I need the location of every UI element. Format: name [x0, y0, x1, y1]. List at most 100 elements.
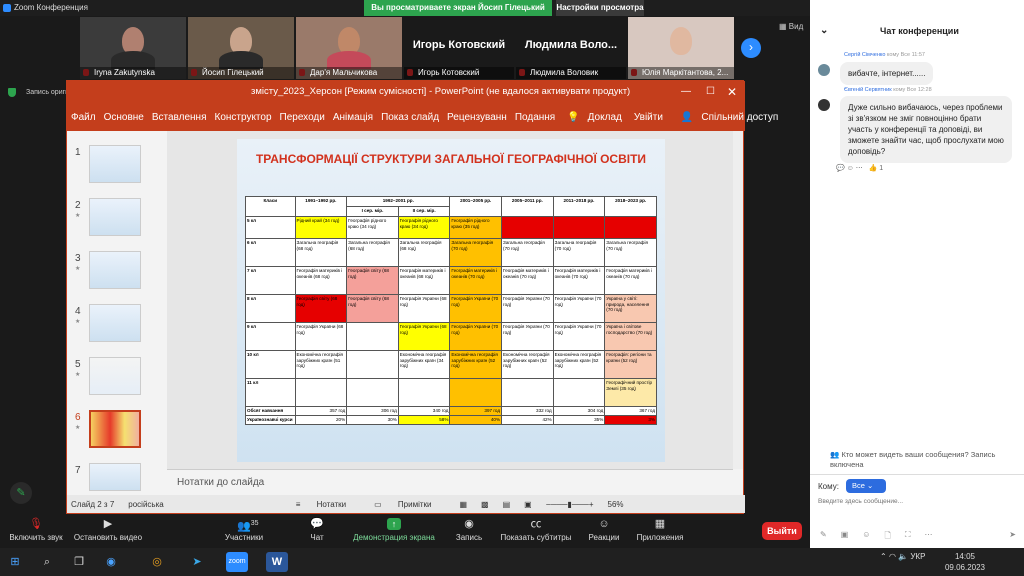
view-sorter-icon[interactable]: ▩ [481, 500, 489, 509]
slide-thumbnail[interactable]: 2 ★ [73, 198, 163, 246]
telegram-icon[interactable]: ➤ [186, 552, 208, 572]
chevron-down-icon[interactable]: ⌄ [820, 25, 828, 36]
search-icon[interactable]: ⌕ [36, 552, 58, 572]
table-cell: Економічна географія зарубіжних країн (5… [294, 350, 348, 379]
task-view-icon[interactable]: ❐ [68, 552, 90, 572]
gif-icon[interactable]: ▣ [841, 530, 849, 542]
participant-tile[interactable]: Дар'я Мальчикова [296, 17, 402, 79]
record-button[interactable]: ◉ Запись [452, 518, 486, 542]
message-reactions[interactable]: 💬 ☺ ⋯ 👍 1 [836, 164, 883, 172]
view-reading-icon[interactable]: ▤ [503, 500, 511, 509]
participant-tile[interactable]: Iryna Zakutynska [80, 17, 186, 79]
recipient-value: Все [852, 481, 865, 490]
apps-button[interactable]: ▦ Приложения [634, 518, 686, 542]
reactions-button[interactable]: ☺ Реакции [586, 518, 622, 542]
screenshot-icon[interactable]: ⛶ [905, 530, 911, 542]
tab-design[interactable]: Конструктор [211, 112, 276, 123]
table-row: 11 кл Географічний простір Землі (35 год) [245, 378, 657, 407]
participant-tile[interactable]: Юлія Маркітантова, 2... [628, 17, 734, 79]
table-cell: Географія України (70 год) [552, 294, 606, 323]
tab-transitions[interactable]: Переходи [276, 112, 329, 123]
tab-animation[interactable]: Анімація [329, 112, 377, 123]
tab-file[interactable]: Файл [67, 112, 100, 123]
more-icon[interactable]: ⋯ [924, 530, 932, 542]
language-indicator[interactable]: російська [128, 500, 163, 509]
tab-home[interactable]: Основне [100, 112, 148, 123]
thumb-number: 4 [75, 306, 81, 317]
taskbar-clock[interactable]: 14:05 09.06.2023 [944, 551, 986, 573]
table-cell: 20% [294, 415, 348, 425]
table-header: 2011–2018 рр. [552, 196, 606, 217]
participant-tile[interactable]: Игорь Котовский Игорь Котовский [404, 17, 514, 79]
chrome-icon[interactable]: ◎ [146, 552, 168, 572]
vertical-scrollbar[interactable] [733, 131, 743, 469]
file-icon[interactable]: 🗋 [884, 530, 890, 542]
table-cell: Географія материків і океанів (70 год) [604, 266, 657, 295]
signin-link[interactable]: Увійти [630, 112, 667, 123]
slideshow-icon[interactable]: ▣ [524, 500, 532, 509]
input-language[interactable]: УКР [910, 552, 925, 561]
share-screen-button[interactable]: ↑ Демонстрация экрана [350, 518, 438, 542]
recipient-dropdown[interactable]: Все ⌄ [846, 479, 886, 493]
notes-toggle[interactable]: ≡ Нотатки [296, 500, 360, 509]
mute-button[interactable]: 🎙 Включить звук [4, 518, 68, 542]
chat-input[interactable] [818, 498, 1016, 505]
slide-thumbnail[interactable]: 5 ★ [73, 357, 163, 405]
share-button[interactable]: 👤 Спільний доступ [673, 112, 786, 123]
close-icon[interactable]: ✕ [727, 81, 737, 103]
zoom-taskbar-icon[interactable]: zoom [226, 552, 248, 572]
captions-button[interactable]: ㏄ Показать субтитры [498, 518, 574, 542]
send-icon[interactable]: ➤ [1009, 530, 1016, 542]
table-cell [346, 378, 399, 407]
message-time: 12:28 [917, 87, 932, 93]
annotate-pencil-icon[interactable]: ✎ [10, 482, 32, 504]
slide-thumbnail[interactable]: 1 [73, 145, 163, 193]
tab-review[interactable]: Рецензуванн [443, 112, 511, 123]
thumb-image [89, 304, 141, 342]
zoom-level[interactable]: 56% [608, 500, 624, 509]
chat-button[interactable]: 💬 Чат [304, 518, 330, 542]
emoji-icon[interactable]: ☺ [862, 530, 870, 542]
bold-icon[interactable]: ✎ [820, 530, 827, 542]
notes-pane[interactable]: Нотатки до слайда [167, 469, 733, 495]
slide-thumbnail[interactable]: 4 ★ [73, 304, 163, 352]
tab-slideshow[interactable]: Показ слайд [377, 112, 443, 123]
chevron-up-icon[interactable]: ⌃ [880, 552, 889, 561]
view-options-button[interactable]: Настройки просмотра [556, 0, 644, 16]
volume-icon[interactable]: 🔈 [898, 552, 910, 561]
tell-me-label: Доклад [587, 111, 622, 123]
next-page-button[interactable]: › [741, 38, 761, 58]
wifi-icon[interactable]: ◠ [889, 552, 898, 561]
tab-tellme[interactable]: 💡 Доклад [559, 112, 630, 123]
chat-input-tools: ✎ ▣ ☺ 🗋 ⛶ ⋯ ➤ [820, 530, 1016, 542]
table-cell: Рідний край (34 год) [294, 216, 348, 239]
slide-thumbnail-selected[interactable]: 6 ★ [73, 410, 163, 458]
share-arrow-icon: ↑ [387, 518, 401, 530]
video-button[interactable]: ▶ Остановить видео [72, 518, 144, 542]
table-cell: Географія материків і океанів (70 год) [501, 266, 554, 295]
recipient: кому Все [893, 87, 917, 93]
tab-insert[interactable]: Вставлення [148, 112, 211, 123]
view-normal-icon[interactable]: ▦ [459, 500, 467, 509]
participant-tile[interactable]: Йосип Гілецький [188, 17, 294, 79]
view-button[interactable]: ▦ Вид [779, 22, 803, 31]
chat-title: Чат конференции [880, 26, 959, 36]
chat-message: Сергій Сімченко кому Все 11:57 вибачте, … [816, 52, 1020, 85]
comments-toggle[interactable]: ▭ Примітки [374, 500, 445, 509]
word-icon[interactable]: W [266, 552, 288, 572]
participant-tile[interactable]: Людмила Воло... Людмила Воловик [516, 17, 626, 79]
zoom-slider[interactable]: −───▮───+ [546, 500, 594, 509]
windows-start-icon[interactable]: ⊞ [4, 552, 26, 572]
powerpoint-window: змісту_2023_Херсон [Режим сумісності] - … [66, 80, 778, 514]
grid-icon: ▦ [779, 22, 789, 31]
participants-button[interactable]: 👥35 Участники [218, 518, 270, 542]
maximize-icon[interactable]: ☐ [706, 81, 715, 103]
minimize-icon[interactable]: — [681, 81, 691, 103]
table-cell: Географія України (70 год) [449, 294, 503, 323]
edge-icon[interactable]: ◉ [100, 552, 122, 572]
table-cell: 58% [397, 415, 451, 425]
tab-view[interactable]: Подання [511, 112, 559, 123]
chat-privacy-note[interactable]: 👥 Кто может видеть ваши сообщения? Запис… [830, 450, 1018, 470]
leave-button[interactable]: Выйти [762, 522, 802, 540]
slide-thumbnail[interactable]: 3 ★ [73, 251, 163, 299]
